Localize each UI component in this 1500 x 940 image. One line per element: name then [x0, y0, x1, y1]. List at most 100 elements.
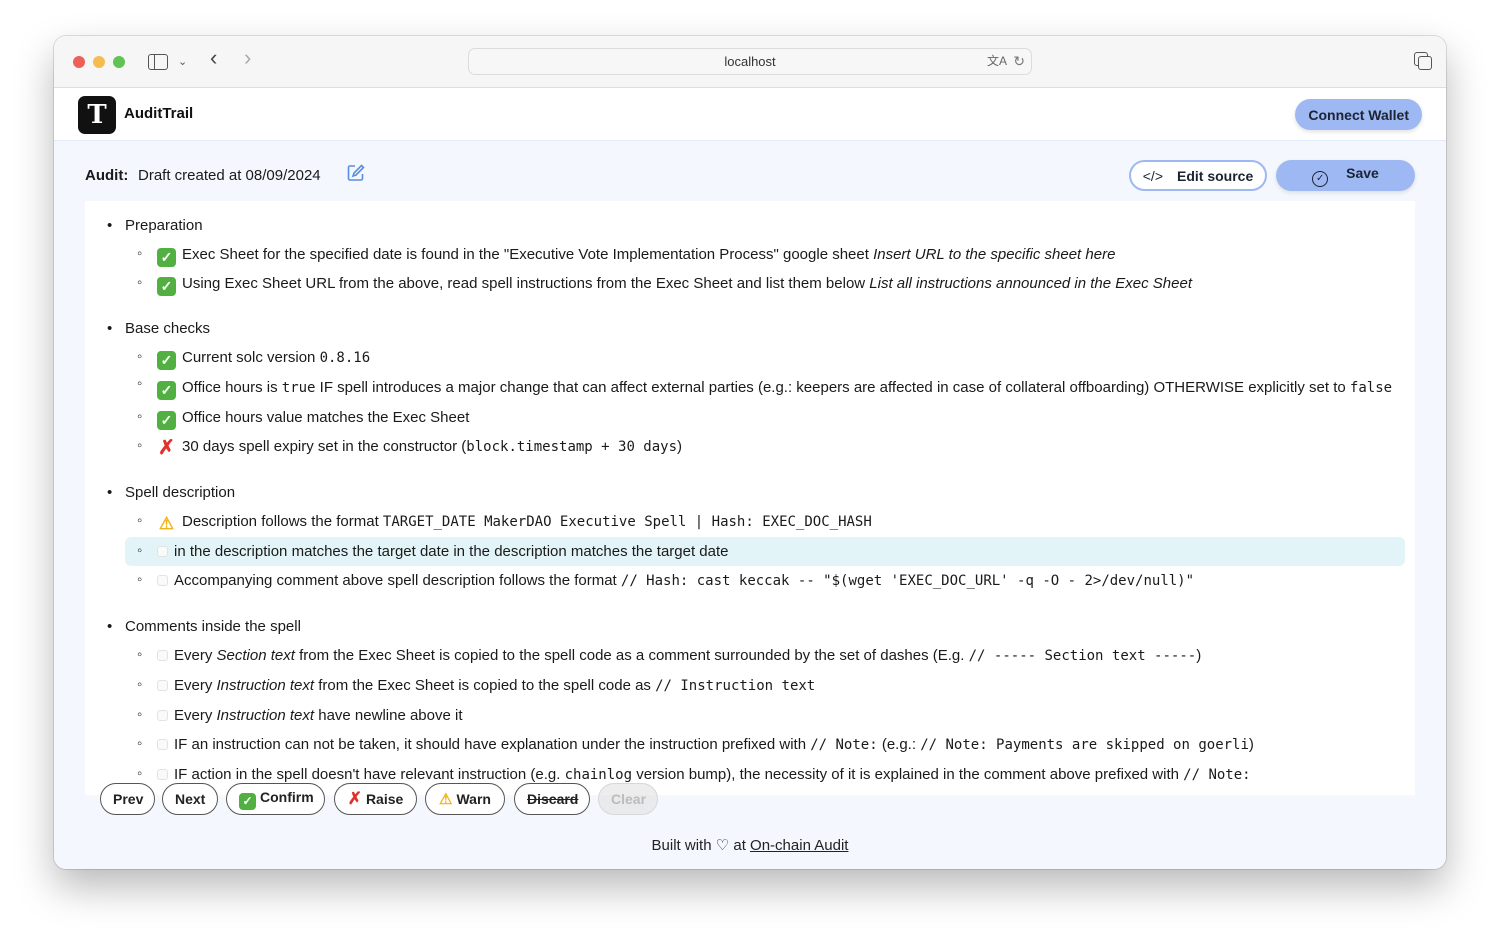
zoom-window-button[interactable]: [113, 56, 125, 68]
checklist-item[interactable]: Every Section text from the Exec Sheet i…: [125, 640, 1405, 671]
next-button[interactable]: Next: [162, 783, 218, 815]
browser-window: ⌄ ‹ › localhost 文A ↻ T AuditTrail Connec…: [54, 36, 1446, 869]
empty-checkbox-icon: [157, 710, 168, 721]
warning-icon: ⚠: [158, 514, 175, 533]
edit-source-label: Edit source: [1177, 167, 1254, 184]
warn-label: Warn: [456, 791, 491, 807]
check-mark-icon: ✓: [157, 277, 176, 296]
back-button[interactable]: ‹: [210, 47, 217, 69]
reload-icon[interactable]: ↻: [1013, 49, 1025, 74]
edit-title-icon[interactable]: [346, 163, 366, 183]
checklist-item[interactable]: Every Instruction text have newline abov…: [125, 700, 1405, 730]
audit-checklist: Preparation ✓ Exec Sheet for the specified…: [85, 201, 1415, 798]
checklist-item[interactable]: Accompanying comment above spell descrip…: [125, 565, 1405, 596]
checklist-item[interactable]: in the description matches the target da…: [125, 536, 1405, 566]
item-text: Every: [174, 677, 217, 694]
item-text: Accompanying comment above spell descrip…: [174, 572, 621, 589]
item-text: have newline above it: [314, 707, 463, 724]
item-text: Every: [174, 647, 217, 664]
warn-button[interactable]: ⚠ Warn: [425, 783, 505, 815]
audit-header: Audit: Draft created at 08/09/2024 </> Ed…: [54, 141, 1446, 199]
item-text: Office hours value matches the Exec Shee…: [182, 409, 470, 426]
check-mark-icon: ✓: [157, 411, 176, 430]
check-circle-icon: ✓: [1312, 170, 1329, 187]
checklist-item[interactable]: ✓ Current solc version 0.8.16: [125, 342, 1405, 373]
empty-checkbox-icon: [157, 680, 168, 691]
section-title: Comments inside the spell: [107, 612, 1415, 641]
inline-code: chainlog: [564, 767, 633, 783]
prev-button[interactable]: Prev: [100, 783, 155, 815]
item-text: Current solc version: [182, 349, 320, 366]
item-text: 30 days spell expiry set in the construc…: [182, 438, 467, 455]
checklist-item[interactable]: Every Instruction text from the Exec She…: [125, 670, 1405, 701]
audit-title: Draft created at 08/09/2024: [138, 167, 321, 184]
url-text: localhost: [724, 54, 776, 69]
empty-checkbox-icon: [157, 650, 168, 661]
app-name: AuditTrail: [124, 105, 194, 122]
item-text: in the description matches the target da…: [174, 543, 729, 560]
connect-wallet-button[interactable]: Connect Wallet: [1295, 99, 1422, 130]
checklist-item[interactable]: IF an instruction can not be taken, it s…: [125, 729, 1405, 760]
item-text: from the Exec Sheet is copied to the spe…: [314, 677, 656, 694]
inline-code: // ----- Section text -----: [968, 648, 1197, 664]
inline-code: block.timestamp + 30 days: [466, 439, 678, 455]
emphasis-text: List all instructions announced in the E…: [869, 275, 1192, 292]
checklist-section: Base checks✓Current solc version 0.8.16✓…: [85, 314, 1415, 462]
item-text: Description follows the format: [182, 513, 383, 530]
audit-label: Audit:: [85, 167, 129, 184]
emphasis-text: Section text: [216, 647, 295, 664]
checklist-item[interactable]: ✓ Office hours value matches the Exec She…: [125, 402, 1405, 432]
inline-code: TARGET_DATE MakerDAO Executive Spell | H…: [382, 514, 872, 530]
item-text: from the Exec Sheet is copied to the spe…: [294, 647, 969, 664]
address-bar[interactable]: localhost 文A ↻: [468, 48, 1032, 75]
emphasis-text: Instruction text: [216, 707, 315, 724]
section-title: Preparation: [107, 211, 1415, 240]
translate-icon[interactable]: 文A: [987, 49, 1007, 74]
minimize-window-button[interactable]: [93, 56, 105, 68]
close-window-button[interactable]: [73, 56, 85, 68]
discard-button[interactable]: Discard: [514, 783, 590, 815]
confirm-button[interactable]: ✓ Confirm: [226, 783, 325, 815]
item-text: ): [1248, 736, 1254, 753]
item-text: ): [1196, 647, 1202, 664]
checklist-section: Preparation ✓ Exec Sheet for the specified…: [85, 211, 1415, 298]
save-button[interactable]: ✓ Save: [1276, 160, 1415, 191]
item-text: IF spell introduces a major change that …: [315, 379, 1350, 396]
item-text: Exec Sheet for the specified date is fou…: [182, 246, 874, 263]
chevron-down-icon[interactable]: ⌄: [178, 51, 187, 73]
clear-button[interactable]: Clear: [598, 783, 658, 815]
item-text: version bump), the necessity of it is ex…: [632, 766, 1184, 783]
footer-credit: Built with ♡ at On-chain Audit: [54, 836, 1446, 854]
app-header: T AuditTrail Connect Wallet: [54, 88, 1446, 141]
code-icon: </>: [1142, 167, 1163, 184]
checklist-item[interactable]: ✓ Office hours is true IF spell introduce…: [125, 372, 1405, 403]
check-mark-icon: ✓: [157, 248, 176, 267]
checklist-item[interactable]: ✓ Using Exec Sheet URL from the above, re…: [125, 268, 1405, 298]
check-mark-icon: ✓: [239, 792, 256, 810]
raise-button[interactable]: ✗ Raise: [334, 783, 417, 815]
checklist-item[interactable]: ✗ 30 days spell expiry set in the constru…: [125, 431, 1405, 462]
inline-code: // Note: Payments are skipped on goerli: [920, 737, 1249, 753]
inline-code: // Note:: [810, 737, 878, 753]
empty-checkbox-icon: [157, 546, 168, 557]
checklist-item[interactable]: ⚠ Description follows the format TARGET_D…: [125, 506, 1405, 537]
edit-source-button[interactable]: </> Edit source: [1129, 160, 1267, 191]
app-logo[interactable]: T: [78, 96, 116, 134]
emphasis-text: Instruction text: [216, 677, 315, 694]
section-title: Base checks: [107, 314, 1415, 343]
tab-overview-icon[interactable]: [1414, 52, 1432, 70]
sidebar-toggle-icon[interactable]: [148, 54, 168, 70]
inline-code: // Hash: cast keccak -- "$(wget 'EXEC_DO…: [620, 573, 1195, 589]
checklist-item[interactable]: ✓ Exec Sheet for the specified date is fo…: [125, 239, 1405, 269]
inline-code: true: [281, 380, 316, 396]
empty-checkbox-icon: [157, 575, 168, 586]
inline-code: // Note:: [1183, 767, 1251, 783]
browser-titlebar: ⌄ ‹ › localhost 文A ↻: [54, 36, 1446, 88]
checklist-section: Spell description ⚠ Description follows th…: [85, 478, 1415, 596]
forward-button[interactable]: ›: [244, 47, 251, 69]
onchain-audit-link[interactable]: On-chain Audit: [750, 837, 848, 854]
empty-checkbox-icon: [157, 739, 168, 750]
built-with-text: Built with: [651, 837, 712, 854]
item-text: Using Exec Sheet URL from the above, rea…: [182, 275, 870, 292]
empty-checkbox-icon: [157, 769, 168, 780]
